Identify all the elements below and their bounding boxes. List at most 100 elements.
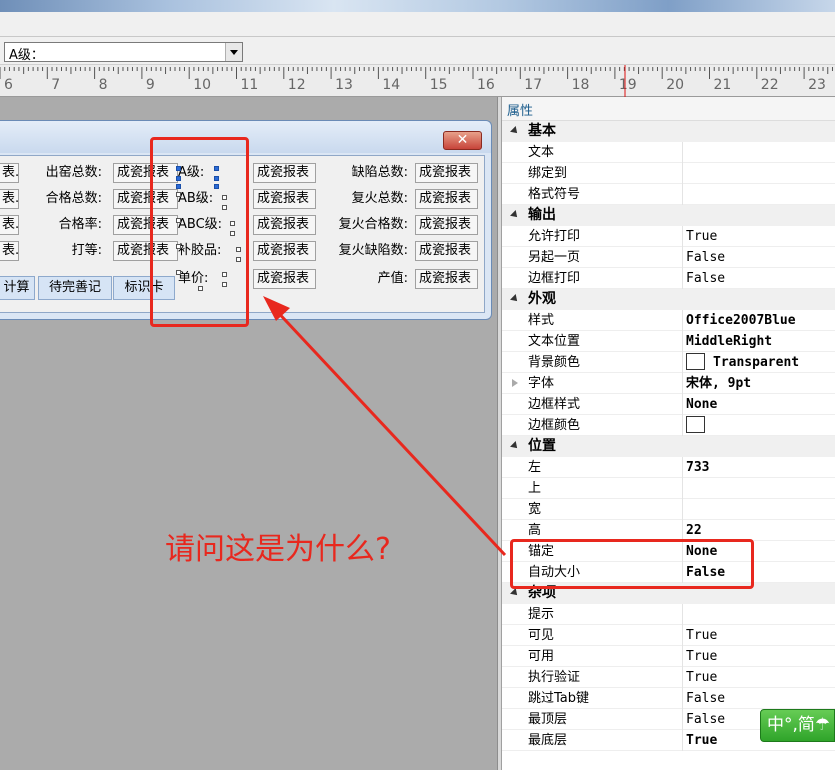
property-row[interactable]: 另起一页 False xyxy=(502,247,835,268)
property-row[interactable]: 样式 Office2007Blue xyxy=(502,310,835,331)
property-category[interactable]: 输出 xyxy=(502,205,835,226)
report-field[interactable]: 成瓷报表 xyxy=(415,189,478,209)
column-divider xyxy=(682,688,683,709)
property-name: 可用 xyxy=(528,649,555,664)
collapse-icon[interactable] xyxy=(510,588,520,598)
ime-indicator[interactable]: 中°,简☂ xyxy=(760,709,835,742)
cut-off-field[interactable]: 表. xyxy=(0,241,19,261)
property-row[interactable]: 高 22 xyxy=(502,520,835,541)
property-row[interactable]: 边框打印 False xyxy=(502,268,835,289)
expand-icon[interactable] xyxy=(512,379,518,387)
property-value[interactable]: Office2007Blue xyxy=(686,310,796,331)
property-value[interactable]: 733 xyxy=(686,457,709,478)
property-row[interactable]: 执行验证 True xyxy=(502,667,835,688)
property-row[interactable]: 左 733 xyxy=(502,457,835,478)
collapse-icon[interactable] xyxy=(510,210,520,220)
property-row[interactable]: 提示 xyxy=(502,604,835,625)
tab-button[interactable]: 待完善记 xyxy=(38,276,112,300)
chevron-down-icon[interactable] xyxy=(225,43,242,61)
property-value[interactable]: None xyxy=(686,394,717,415)
report-field[interactable]: 成瓷报表 xyxy=(415,269,478,289)
property-value[interactable]: True xyxy=(686,646,717,667)
column-divider xyxy=(682,142,683,163)
field-label: 打等: xyxy=(71,243,102,258)
property-category[interactable]: 位置 xyxy=(502,436,835,457)
property-value[interactable] xyxy=(686,415,713,436)
property-value[interactable]: 22 xyxy=(686,520,702,541)
column-divider xyxy=(682,478,683,499)
annotation-question: 请问这是为什么? xyxy=(165,532,391,567)
cut-off-field[interactable]: 表. xyxy=(0,215,19,235)
property-row[interactable]: 可见 True xyxy=(502,625,835,646)
property-name: 字体 xyxy=(528,376,555,391)
property-row[interactable]: 可用 True xyxy=(502,646,835,667)
property-row[interactable]: 背景颜色 Transparent xyxy=(502,352,835,373)
report-field[interactable]: 成瓷报表 xyxy=(415,215,478,235)
collapse-icon[interactable] xyxy=(510,294,520,304)
property-row[interactable]: 允许打印 True xyxy=(502,226,835,247)
field-label: 复火总数: xyxy=(351,191,408,206)
property-value[interactable]: Transparent xyxy=(686,352,799,373)
property-row[interactable]: 文本 xyxy=(502,142,835,163)
combo-value: A级： xyxy=(9,48,44,63)
field-label: 复火合格数: xyxy=(338,217,408,232)
property-panel-title: 属性 xyxy=(507,104,534,119)
property-value[interactable]: True xyxy=(686,226,717,247)
collapse-icon[interactable] xyxy=(510,126,520,136)
property-name: 文本 xyxy=(528,145,555,160)
report-field[interactable]: 成瓷报表 xyxy=(253,241,316,261)
property-value[interactable]: True xyxy=(686,730,717,751)
cut-off-field[interactable]: 表. xyxy=(0,163,19,183)
cut-off-field[interactable]: 表. xyxy=(0,189,19,209)
report-field[interactable]: 成瓷报表 xyxy=(253,163,316,183)
column-divider xyxy=(682,709,683,730)
property-row[interactable]: 宽 xyxy=(502,499,835,520)
ruler-label: 18 xyxy=(572,77,590,93)
column-divider xyxy=(682,667,683,688)
property-name: 边框颜色 xyxy=(528,418,581,433)
property-row[interactable]: 边框样式 None xyxy=(502,394,835,415)
property-panel: 属性 基本文本绑定到 格式符号 输出 允许打印 True 另起一页 False 边框打印 Fal… xyxy=(501,97,835,770)
field-label: 复火缺陷数: xyxy=(338,243,408,258)
property-value[interactable]: True xyxy=(686,667,717,688)
menu-bar xyxy=(0,12,835,37)
column-divider xyxy=(682,604,683,625)
report-field[interactable]: 成瓷报表 xyxy=(415,163,478,183)
column-divider xyxy=(682,415,683,436)
color-swatch[interactable] xyxy=(686,415,705,433)
ruler-label: 10 xyxy=(193,77,211,93)
collapse-icon[interactable] xyxy=(510,441,520,451)
column-divider xyxy=(682,646,683,667)
report-field[interactable]: 成瓷报表 xyxy=(253,189,316,209)
property-row[interactable]: 跳过Tab键 False xyxy=(502,688,835,709)
property-row[interactable]: 文本位置 MiddleRight xyxy=(502,331,835,352)
property-value[interactable]: False xyxy=(686,709,725,730)
property-row[interactable]: 格式符号 xyxy=(502,184,835,205)
field-selector-combo[interactable]: A级： xyxy=(4,42,243,63)
ruler-label: 8 xyxy=(99,77,108,93)
property-row[interactable]: 字体 宋体, 9pt xyxy=(502,373,835,394)
close-button[interactable]: ✕ xyxy=(443,131,482,150)
color-swatch[interactable] xyxy=(686,352,705,370)
horizontal-ruler: 6 7 8 9 10 11 12 13 14 15 16 17 18 19 20 21 22 23 xyxy=(0,65,835,97)
property-name: 边框样式 xyxy=(528,397,581,412)
property-row[interactable]: 上 xyxy=(502,478,835,499)
property-category[interactable]: 外观 xyxy=(502,289,835,310)
report-field[interactable]: 成瓷报表 xyxy=(253,215,316,235)
report-field[interactable]: 成瓷报表 xyxy=(415,241,478,261)
property-row[interactable]: 绑定到 xyxy=(502,163,835,184)
category-name: 外观 xyxy=(528,291,556,307)
property-value[interactable]: False xyxy=(686,247,725,268)
tab-button[interactable]: 计算 xyxy=(0,276,35,300)
ruler-label: 16 xyxy=(477,77,495,93)
property-value[interactable]: True xyxy=(686,625,717,646)
property-value[interactable]: False xyxy=(686,688,725,709)
property-category[interactable]: 基本 xyxy=(502,121,835,142)
property-value[interactable]: MiddleRight xyxy=(686,331,772,352)
field-label: 缺陷总数: xyxy=(351,165,408,180)
property-value[interactable]: False xyxy=(686,268,725,289)
column-divider xyxy=(682,394,683,415)
property-value[interactable]: 宋体, 9pt xyxy=(686,373,751,394)
report-field[interactable]: 成瓷报表 xyxy=(253,269,316,289)
property-row[interactable]: 边框颜色 xyxy=(502,415,835,436)
